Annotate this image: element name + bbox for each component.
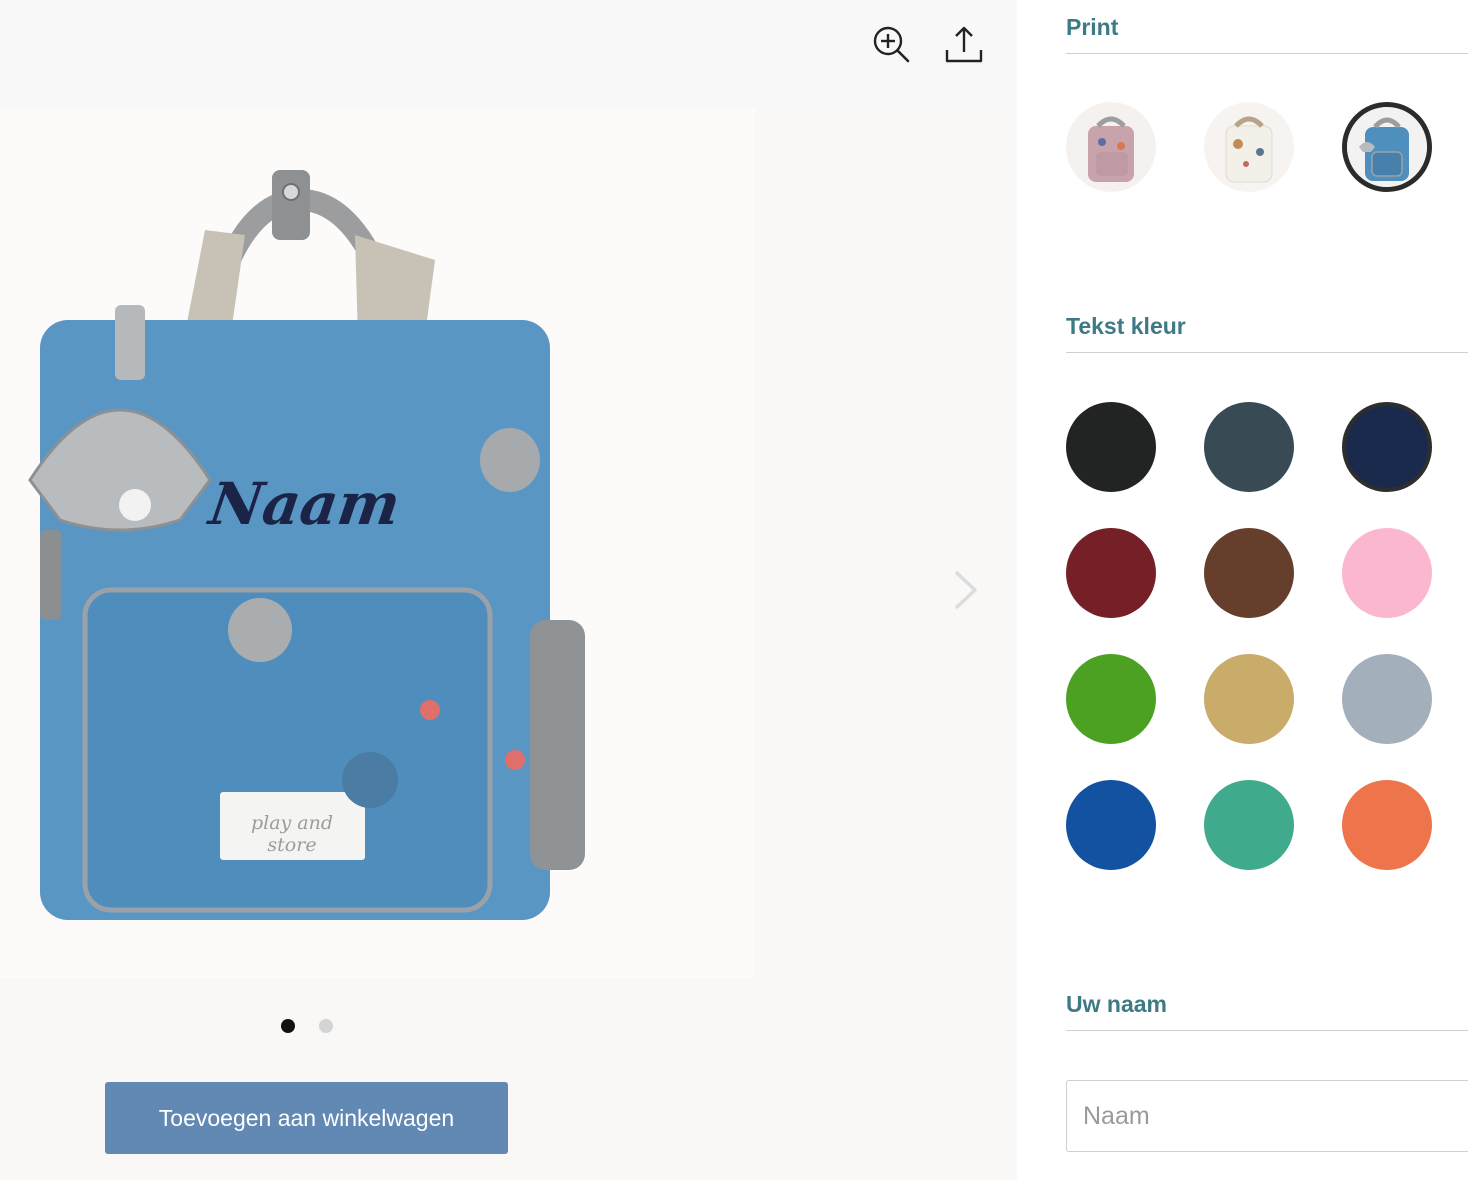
- name-input[interactable]: [1066, 1080, 1468, 1152]
- text-color-swatch-8[interactable]: [1204, 654, 1294, 744]
- text-color-swatch-3[interactable]: [1342, 402, 1432, 492]
- text-color-swatch-6[interactable]: [1342, 528, 1432, 618]
- chevron-right-icon[interactable]: [945, 565, 985, 615]
- carousel-dot-2[interactable]: [319, 1019, 333, 1033]
- gallery-toolbar: [0, 0, 1017, 108]
- divider: [1066, 352, 1468, 353]
- product-name-overlay: Naam: [205, 470, 405, 538]
- text-color-swatch-2[interactable]: [1204, 402, 1294, 492]
- add-to-cart-button[interactable]: Toevoegen aan winkelwagen: [105, 1082, 508, 1154]
- brand-label: play and store: [250, 812, 334, 856]
- share-upload-icon[interactable]: [942, 22, 986, 66]
- text-color-swatch-1[interactable]: [1066, 402, 1156, 492]
- text-color-swatch-5[interactable]: [1204, 528, 1294, 618]
- zoom-in-icon[interactable]: [869, 22, 913, 66]
- text-color-swatch-11[interactable]: [1204, 780, 1294, 870]
- text-color-swatch-12[interactable]: [1342, 780, 1432, 870]
- print-option-1[interactable]: [1066, 102, 1156, 192]
- text-color-swatch-10[interactable]: [1066, 780, 1156, 870]
- product-gallery: Naam play and store Toevoegen aan winkel…: [0, 0, 1017, 1180]
- text-color-swatch-4[interactable]: [1066, 528, 1156, 618]
- text-color-section-title: Tekst kleur: [1066, 313, 1186, 339]
- product-options-panel: Print Tekst kleur Uw naam Naam: [1017, 0, 1468, 1180]
- print-section-title: Print: [1066, 14, 1119, 40]
- text-color-swatch-7[interactable]: [1066, 654, 1156, 744]
- name-section-title: Uw naam: [1066, 991, 1167, 1017]
- divider: [1066, 53, 1468, 54]
- carousel-dot-1[interactable]: [281, 1019, 295, 1033]
- print-option-3[interactable]: [1342, 102, 1432, 192]
- divider: [1066, 1030, 1468, 1031]
- text-color-swatch-9[interactable]: [1342, 654, 1432, 744]
- print-option-2[interactable]: [1204, 102, 1294, 192]
